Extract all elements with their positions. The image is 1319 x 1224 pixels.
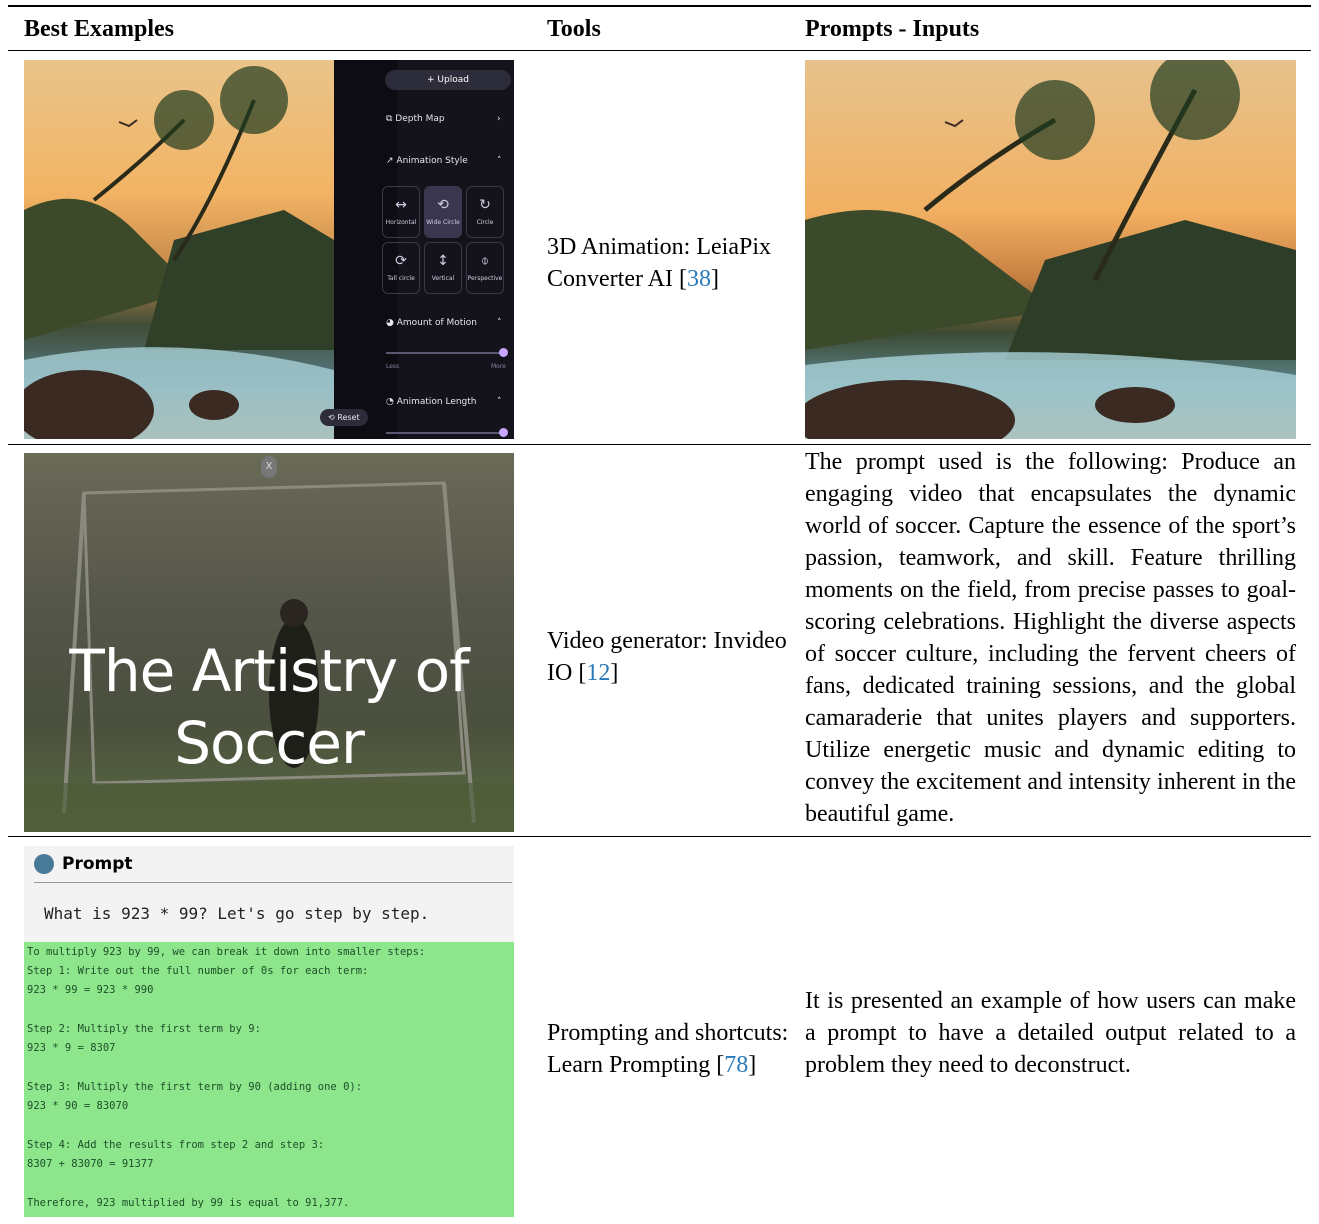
tool-invideo: Video generator: Invideo IO [12]: [547, 625, 792, 689]
invideo-example-image: X The Artistry of Soccer: [24, 453, 514, 832]
header-tools: Tools: [547, 16, 601, 42]
answer-line: Therefore, 923 multiplied by 99 is equal…: [27, 1197, 350, 1209]
motion-slider-handle[interactable]: [499, 348, 508, 357]
circle-arrow-icon: ↻: [479, 197, 491, 213]
wide-circle-icon: ⟲: [437, 197, 449, 213]
style-tile-vertical[interactable]: ↕ Vertical: [424, 242, 462, 294]
tool-name: Video generator: Invideo IO [: [547, 628, 787, 686]
tile-label: Horizontal: [385, 219, 417, 226]
length-slider-track[interactable]: [386, 432, 504, 434]
answer-box: To multiply 923 by 99, we can break it d…: [24, 942, 514, 1217]
answer-line: Step 2: Multiply the first term by 9:: [27, 1023, 261, 1035]
answer-line: 8307 + 83070 = 91377: [27, 1158, 154, 1170]
bracket: ]: [610, 660, 619, 686]
header-rule: [8, 50, 1311, 51]
tile-label: Vertical: [431, 275, 455, 282]
answer-line: To multiply 923 by 99, we can break it d…: [27, 946, 426, 958]
chevron-right-icon: ›: [497, 114, 501, 124]
style-tile-circle[interactable]: ↻ Circle: [466, 186, 504, 238]
leiapix-example-image: + Upload ⧉ Depth Map › ↗ Animation Style…: [24, 60, 514, 439]
upload-button[interactable]: + Upload: [385, 70, 511, 90]
more-label: More: [491, 363, 506, 370]
beach-scene: [24, 60, 334, 439]
style-tile-horizontal[interactable]: ↔ Horizontal: [382, 186, 420, 238]
length-slider-handle[interactable]: [499, 428, 508, 437]
answer-line: Step 4: Add the results from step 2 and …: [27, 1139, 325, 1151]
learn-prompting-example: Prompt What is 923 * 99? Let's go step b…: [24, 846, 514, 1217]
learn-prompting-text: It is presented an example of how users …: [805, 988, 1296, 1078]
animation-style-label: Animation Style: [396, 156, 468, 166]
header-best-examples: Best Examples: [24, 16, 174, 42]
answer-line: 923 * 90 = 83070: [27, 1100, 129, 1112]
reference-link[interactable]: 38: [687, 266, 711, 292]
amount-of-motion-label: Amount of Motion: [396, 318, 477, 328]
answer-line: Step 3: Multiply the first term by 90 (a…: [27, 1081, 363, 1093]
invideo-prompt-text: The prompt used is the following: Produc…: [805, 449, 1296, 827]
animation-style-section[interactable]: ↗ Animation Style: [386, 156, 468, 166]
tile-label: Tall circle: [387, 275, 415, 282]
depth-map-item[interactable]: ⧉ Depth Map: [386, 114, 445, 124]
video-title-line-1: The Artistry of: [69, 637, 469, 705]
prompt-header: Prompt: [34, 854, 133, 874]
style-tile-tall-circle[interactable]: ⟳ Tall circle: [382, 242, 420, 294]
prompt-header-label: Prompt: [62, 854, 133, 874]
amount-of-motion-section[interactable]: ◕ Amount of Motion: [386, 318, 477, 328]
tool-leiapix: 3D Animation: LeiaPix Converter AI [38]: [547, 231, 792, 295]
bracket: ]: [710, 266, 719, 292]
animation-length-section[interactable]: ◔ Animation Length: [386, 397, 477, 407]
motion-slider-track[interactable]: [386, 352, 504, 354]
chevron-up-icon: ˄: [497, 156, 502, 166]
answer-line: 923 * 99 = 923 * 990: [27, 984, 154, 996]
tile-label: Circle: [476, 219, 494, 226]
leiapix-input-image: [805, 60, 1296, 439]
depth-map-label: Depth Map: [395, 114, 445, 124]
reference-link[interactable]: 12: [586, 660, 610, 686]
reset-label: Reset: [337, 413, 360, 422]
animation-length-label: Animation Length: [396, 397, 477, 407]
video-title-line-2: Soccer: [174, 709, 365, 777]
upload-label: Upload: [437, 75, 469, 85]
horizontal-arrows-icon: ↔: [395, 197, 407, 213]
bracket: ]: [748, 1052, 757, 1078]
less-label: Less: [386, 363, 400, 370]
row-rule-1: [8, 444, 1311, 445]
tool-learn-prompting: Prompting and shortcuts: Learn Prompting…: [547, 1017, 792, 1081]
perspective-icon: ⌽: [480, 253, 490, 269]
style-tile-perspective[interactable]: ⌽ Perspective: [466, 242, 504, 294]
answer-line: 923 * 9 = 8307: [27, 1042, 116, 1054]
chevron-up-icon: ˄: [497, 397, 502, 407]
style-tile-wide-circle[interactable]: ⟲ Wide Circle: [424, 186, 462, 238]
header-divider: [34, 882, 512, 883]
globe-avatar-icon: [34, 854, 54, 874]
vertical-arrows-icon: ↕: [437, 253, 449, 269]
row-rule-2: [8, 836, 1311, 837]
answer-line: Step 1: Write out the full number of 0s …: [27, 965, 369, 977]
tile-label: Perspective: [467, 275, 503, 282]
header-prompts-inputs: Prompts - Inputs: [805, 16, 980, 42]
tile-label: Wide Circle: [426, 219, 460, 226]
close-button[interactable]: X: [261, 456, 277, 478]
reset-button[interactable]: ⟲ Reset: [320, 409, 368, 426]
beach-input-scene: [805, 60, 1296, 439]
reference-link[interactable]: 78: [724, 1052, 748, 1078]
tool-name: 3D Animation: LeiaPix Converter AI [: [547, 234, 771, 292]
chevron-up-icon: ˄: [497, 318, 502, 328]
tall-circle-icon: ⟳: [395, 253, 407, 269]
prompt-question: What is 923 * 99? Let's go step by step.: [44, 904, 430, 923]
table-top-rule: [8, 5, 1311, 7]
